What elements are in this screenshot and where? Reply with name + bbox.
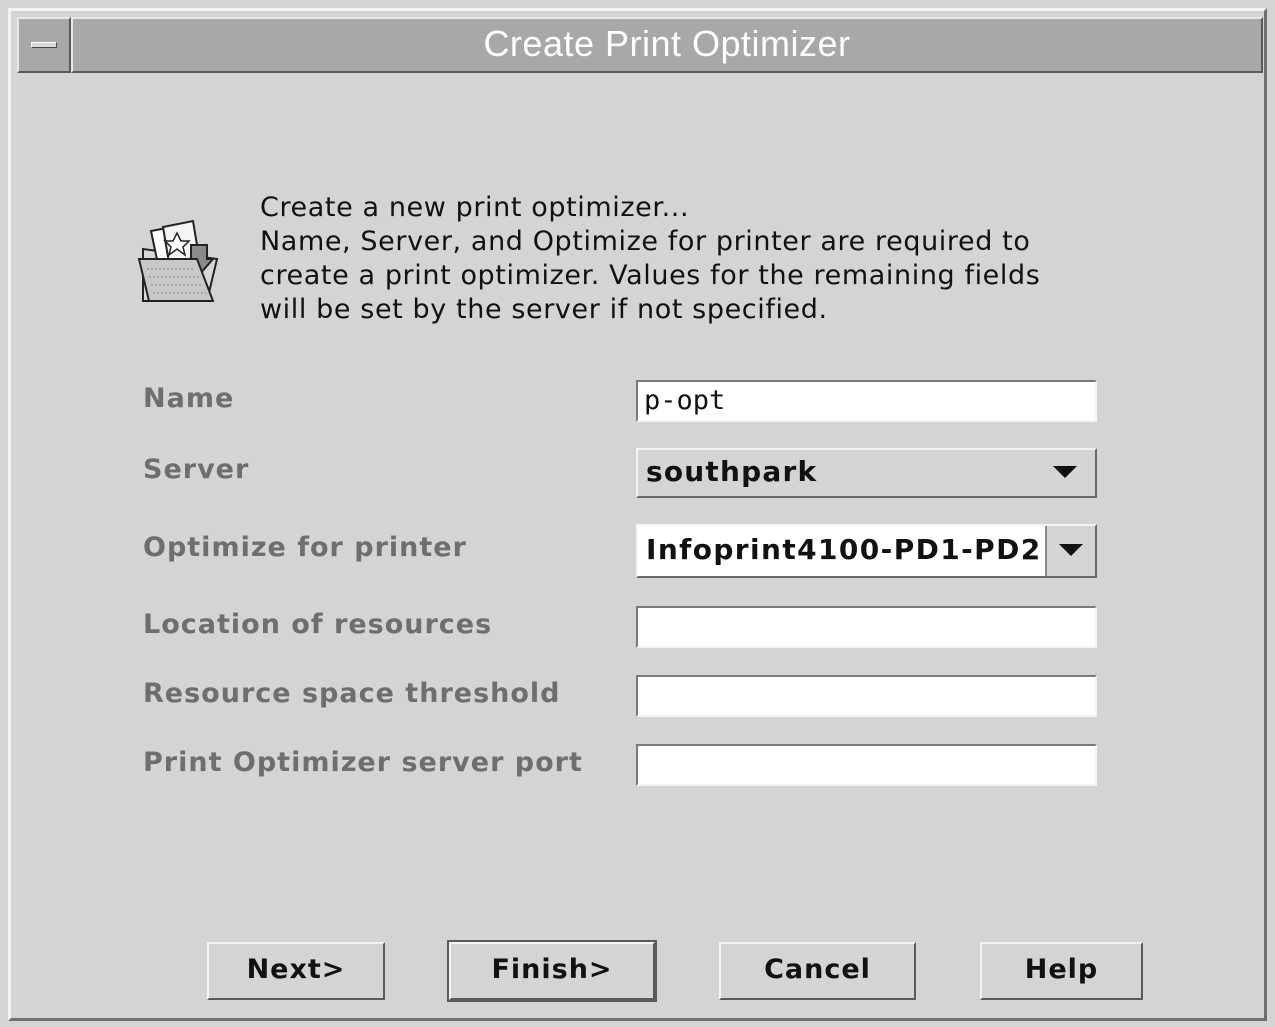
window-menu-icon [31,42,57,48]
printer-selected-value: Infoprint4100-PD1-PD2 [646,533,1042,566]
intro-line: create a print optimizer. Values for the… [260,260,1041,291]
intro-line: Name, Server, and Optimize for printer a… [260,226,1031,257]
printer-label: Optimize for printer [143,532,467,563]
help-button[interactable]: Help [980,942,1143,1000]
intro-line: will be set by the server if not specifi… [260,294,828,325]
intro-description: Create a new print optimizer... Name, Se… [260,191,1140,327]
server-selected-value: southpark [646,455,818,488]
printer-dropdown-button[interactable] [1045,526,1095,576]
threshold-label: Resource space threshold [143,678,561,709]
port-label: Print Optimizer server port [143,747,583,778]
printer-dropdown[interactable]: Infoprint4100-PD1-PD2 [636,524,1097,578]
window-menu-button[interactable] [17,17,71,73]
create-print-optimizer-dialog: Create Print Optimizer Create a new prin… [8,8,1267,1021]
intro-line: Create a new print optimizer... [260,192,690,223]
name-field[interactable]: p-opt [636,380,1097,422]
window-title[interactable]: Create Print Optimizer [71,17,1263,73]
name-label: Name [143,383,235,414]
port-field[interactable] [636,744,1097,786]
server-dropdown[interactable]: southpark [636,448,1097,498]
chevron-down-icon [1053,466,1077,478]
server-label: Server [143,454,250,485]
location-field[interactable] [636,606,1097,648]
next-button[interactable]: Next> [207,942,385,1000]
title-bar: Create Print Optimizer [17,17,1263,73]
location-label: Location of resources [143,609,493,640]
chevron-down-icon [1059,544,1083,556]
finish-button[interactable]: Finish> [447,940,657,1002]
threshold-field[interactable] [636,675,1097,717]
cancel-button[interactable]: Cancel [719,942,916,1000]
open-folder-wizard-icon [137,219,219,302]
